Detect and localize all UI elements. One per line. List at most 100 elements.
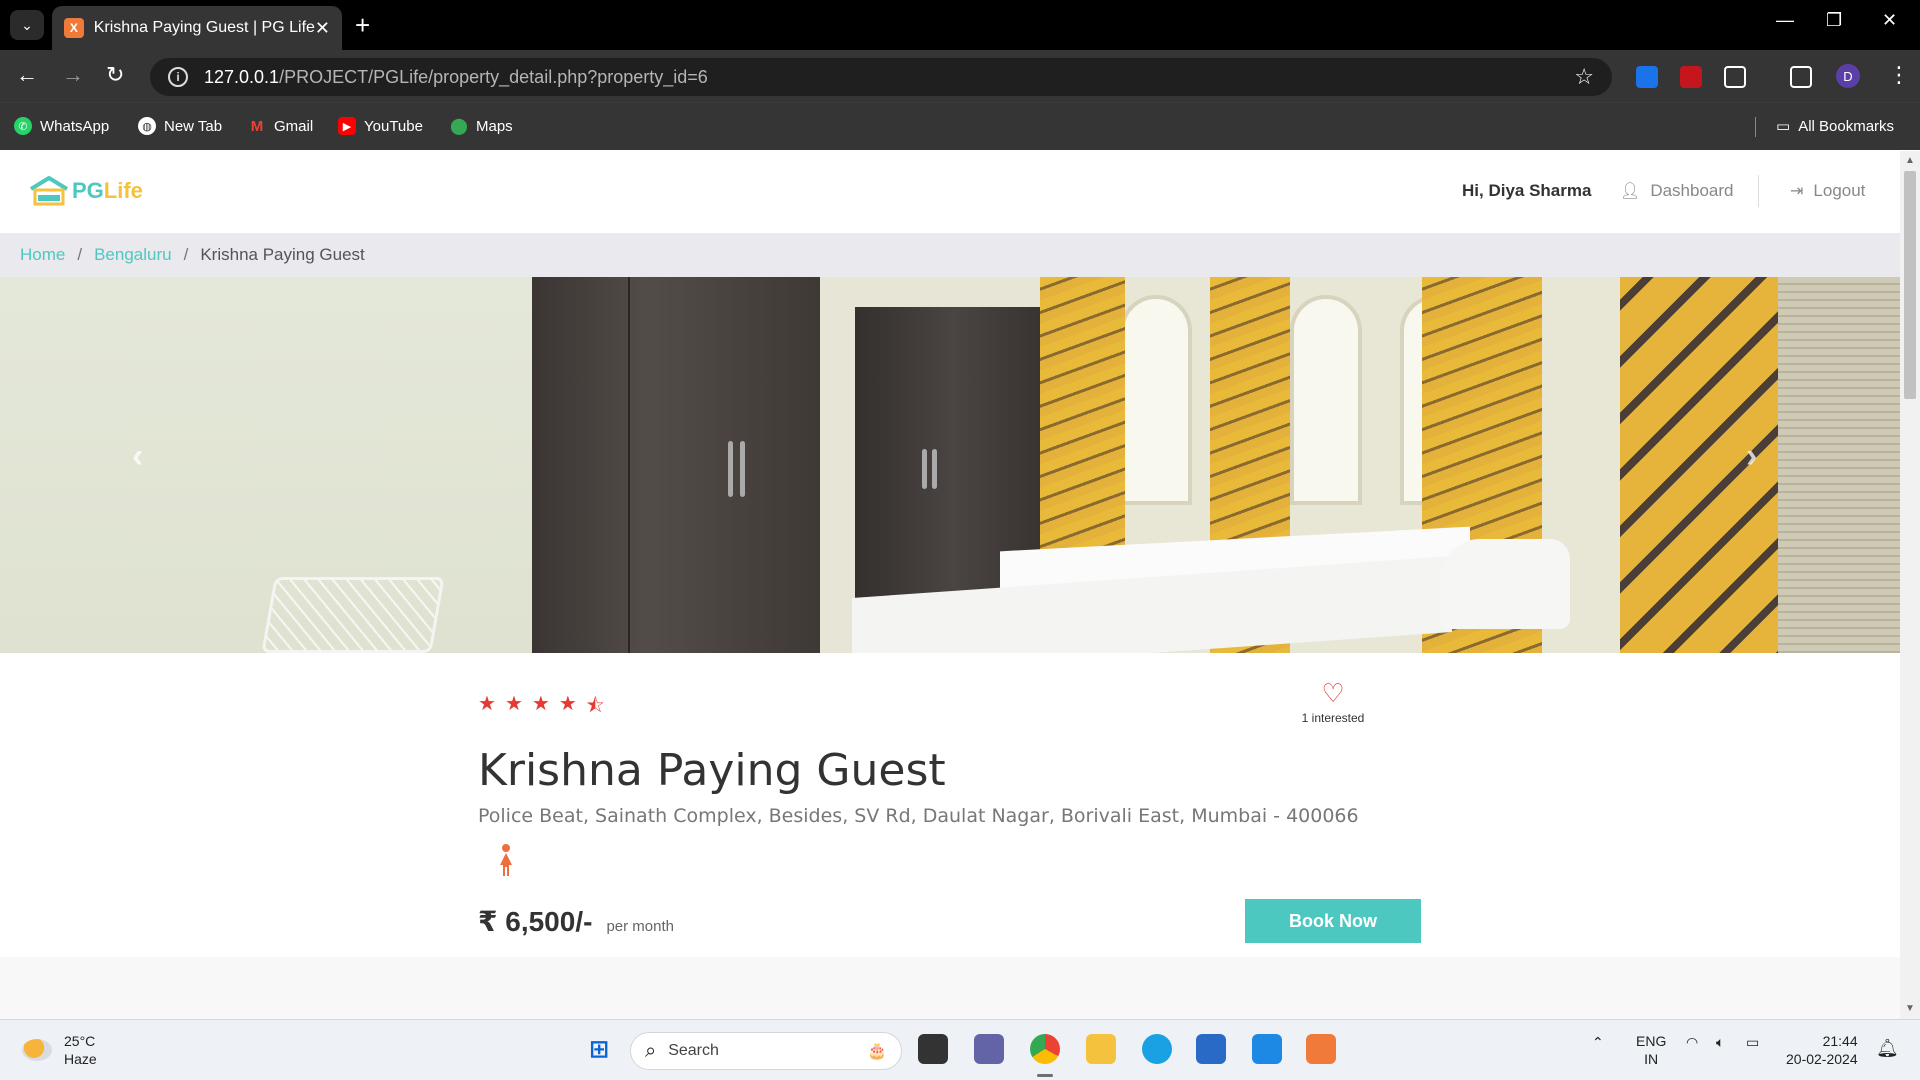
logout-link[interactable]: ⇥ Logout bbox=[1790, 181, 1865, 201]
minimize-icon[interactable]: — bbox=[1776, 10, 1794, 31]
chrome-menu-icon[interactable]: ⋮ bbox=[1888, 62, 1910, 88]
star-full-icon: ★ bbox=[478, 693, 496, 715]
xampp-icon[interactable] bbox=[1306, 1034, 1336, 1064]
language-indicator[interactable]: ENG IN bbox=[1636, 1032, 1666, 1068]
wifi-icon[interactable]: ◠ bbox=[1686, 1034, 1698, 1051]
battery-icon[interactable]: ▭ bbox=[1746, 1034, 1759, 1051]
extension-blue-icon[interactable] bbox=[1636, 66, 1658, 88]
browser-tab-active[interactable]: X Krishna Paying Guest | PG Life ✕ bbox=[52, 6, 342, 50]
carousel-prev-icon[interactable]: ‹ bbox=[132, 437, 143, 476]
microsoft-store-icon[interactable] bbox=[1196, 1034, 1226, 1064]
browser-toolbar: ← → ↻ i 127.0.0.1/PROJECT/PGLife/propert… bbox=[0, 50, 1920, 102]
scroll-thumb[interactable] bbox=[1904, 171, 1916, 399]
pglife-logo[interactable]: PGLife bbox=[28, 175, 143, 207]
site-header: PGLife Hi, Diya Sharma 👤︎ Dashboard ⇥ Lo… bbox=[0, 151, 1900, 233]
url-host: 127.0.0.1 bbox=[204, 66, 280, 87]
file-explorer-icon[interactable] bbox=[1086, 1034, 1116, 1064]
chrome-taskbar-icon[interactable] bbox=[1030, 1034, 1060, 1064]
site-info-icon[interactable]: i bbox=[168, 67, 188, 87]
breadcrumb-city[interactable]: Bengaluru bbox=[94, 245, 172, 265]
bookmark-youtube[interactable]: ▶ YouTube bbox=[338, 117, 423, 135]
photo-handle bbox=[740, 441, 745, 497]
property-details: ★ ★ ★ ★ ⯪ ♡ 1 interested Krishna Paying … bbox=[0, 653, 1900, 957]
globe-icon: ◍ bbox=[138, 117, 156, 135]
rent-block: ₹ 6,500/- per month bbox=[478, 905, 674, 938]
extensions-puzzle-icon[interactable] bbox=[1724, 66, 1746, 88]
forward-arrow-icon[interactable]: → bbox=[62, 62, 84, 88]
star-half-icon: ⯪ bbox=[585, 695, 605, 717]
photo-wardrobe-seam bbox=[628, 277, 630, 653]
dashboard-link[interactable]: 👤︎ Dashboard bbox=[1620, 181, 1733, 201]
teams-chat-icon[interactable] bbox=[974, 1034, 1004, 1064]
search-placeholder: Search bbox=[668, 1042, 719, 1059]
photo-handle bbox=[728, 441, 733, 497]
bookmarks-bar: ✆ WhatsApp ◍ New Tab M Gmail ▶ YouTube ⬤… bbox=[0, 102, 1920, 150]
volume-icon[interactable]: 🔈︎ bbox=[1716, 1034, 1724, 1051]
house-logo-icon bbox=[29, 176, 69, 206]
reload-icon[interactable]: ↻ bbox=[106, 62, 124, 88]
all-bookmarks[interactable]: ▭ All Bookmarks bbox=[1776, 117, 1895, 136]
photo-pillow bbox=[1440, 539, 1570, 629]
interest-widget[interactable]: ♡ 1 interested bbox=[1288, 679, 1378, 725]
windows-start-icon[interactable]: ⊞ bbox=[584, 1034, 614, 1064]
bookmark-label: YouTube bbox=[364, 117, 423, 135]
book-now-button[interactable]: Book Now bbox=[1245, 899, 1421, 943]
weather-widget[interactable]: 25°C Haze bbox=[22, 1032, 97, 1068]
bookmark-gmail[interactable]: M Gmail bbox=[248, 117, 313, 135]
star-full-icon: ★ bbox=[531, 693, 550, 715]
photo-handle bbox=[932, 449, 937, 489]
taskbar-search[interactable]: ⌕ Search 🎂 bbox=[630, 1032, 902, 1070]
user-icon: 👤︎ bbox=[1620, 183, 1641, 200]
notification-bell-icon[interactable]: 🔔︎ bbox=[1876, 1038, 1899, 1059]
browser-tab-bar: ⌄ X Krishna Paying Guest | PG Life ✕ + —… bbox=[0, 0, 1920, 50]
star-full-icon: ★ bbox=[558, 693, 577, 715]
folder-icon: ▭ bbox=[1776, 118, 1791, 135]
close-window-icon[interactable]: ✕ bbox=[1882, 10, 1897, 31]
vscode-icon[interactable] bbox=[1252, 1034, 1282, 1064]
all-bookmarks-label: All Bookmarks bbox=[1798, 117, 1895, 135]
scroll-up-icon[interactable]: ▲ bbox=[1905, 155, 1915, 166]
clock-time: 21:44 bbox=[1822, 1033, 1858, 1049]
property-image-carousel[interactable]: ‹ › bbox=[0, 277, 1900, 653]
bookmark-maps[interactable]: ⬤ Maps bbox=[450, 117, 513, 136]
interested-count: 1 interested bbox=[1301, 711, 1365, 725]
bookmark-label: WhatsApp bbox=[40, 117, 110, 135]
tab-close-icon[interactable]: ✕ bbox=[315, 18, 330, 39]
bookmarks-divider bbox=[1755, 117, 1756, 137]
tab-search-dropdown-icon[interactable]: ⌄ bbox=[10, 10, 44, 40]
active-app-indicator bbox=[1037, 1074, 1053, 1077]
carousel-next-icon[interactable]: › bbox=[1746, 437, 1757, 476]
weather-text: 25°C Haze bbox=[64, 1032, 97, 1068]
side-panel-icon[interactable] bbox=[1790, 66, 1812, 88]
back-arrow-icon[interactable]: ← bbox=[16, 62, 38, 88]
tray-overflow-icon[interactable]: ⌃ bbox=[1592, 1034, 1604, 1051]
task-view-icon[interactable] bbox=[918, 1034, 948, 1064]
new-tab-plus-icon[interactable]: + bbox=[355, 10, 370, 40]
page-scrollbar[interactable]: ▲ ▼ bbox=[1900, 151, 1920, 1019]
youtube-icon: ▶ bbox=[338, 117, 356, 135]
user-greeting: Hi, Diya Sharma bbox=[1462, 181, 1592, 200]
whatsapp-icon: ✆ bbox=[14, 117, 32, 135]
heart-icon[interactable]: ♡ bbox=[1288, 679, 1378, 707]
bookmark-label: New Tab bbox=[164, 117, 223, 135]
pdf-extension-icon[interactable] bbox=[1680, 66, 1702, 88]
dashboard-label: Dashboard bbox=[1650, 181, 1734, 200]
bookmark-label: Gmail bbox=[274, 117, 314, 135]
address-bar[interactable]: i 127.0.0.1/PROJECT/PGLife/property_deta… bbox=[150, 58, 1612, 96]
url-text[interactable]: 127.0.0.1/PROJECT/PGLife/property_detail… bbox=[204, 67, 1574, 88]
haze-weather-icon bbox=[22, 1039, 52, 1061]
page-viewport: PGLife Hi, Diya Sharma 👤︎ Dashboard ⇥ Lo… bbox=[0, 151, 1900, 1019]
nav-divider bbox=[1758, 175, 1759, 207]
lang-line1: ENG bbox=[1636, 1033, 1667, 1049]
next-section bbox=[0, 957, 1900, 1019]
female-icon bbox=[500, 844, 512, 876]
restore-icon[interactable]: ❐ bbox=[1826, 10, 1842, 31]
edge-icon[interactable] bbox=[1142, 1034, 1172, 1064]
breadcrumb-home[interactable]: Home bbox=[20, 245, 65, 265]
scroll-down-icon[interactable]: ▼ bbox=[1905, 1003, 1915, 1014]
bookmark-whatsapp[interactable]: ✆ WhatsApp bbox=[14, 117, 109, 135]
bookmark-new-tab[interactable]: ◍ New Tab bbox=[138, 117, 222, 135]
profile-avatar[interactable]: D bbox=[1836, 64, 1860, 88]
system-clock[interactable]: 21:44 20-02-2024 bbox=[1786, 1032, 1858, 1068]
bookmark-star-icon[interactable]: ☆ bbox=[1574, 64, 1594, 90]
